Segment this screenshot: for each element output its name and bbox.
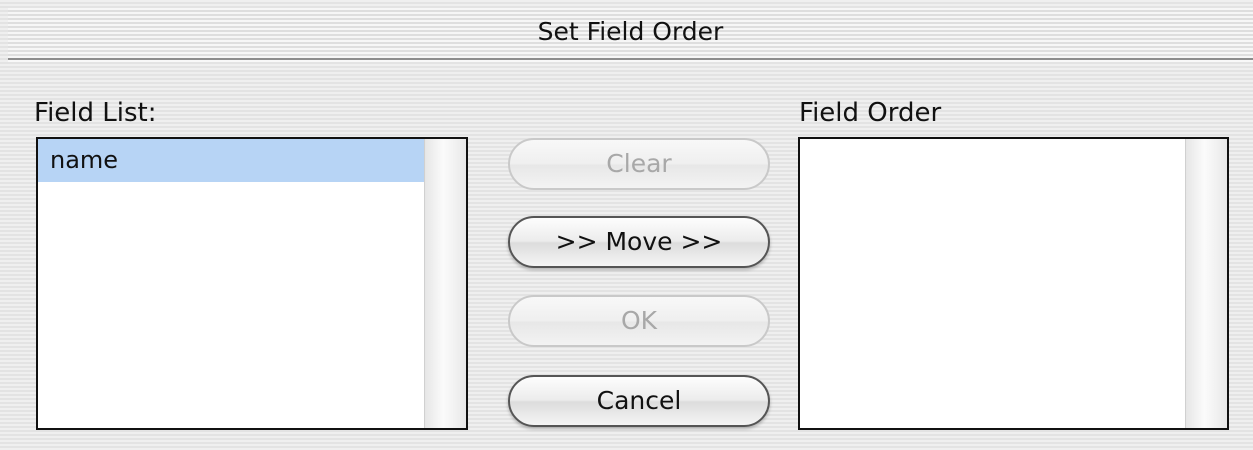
field-order-box[interactable]: [798, 137, 1229, 430]
ok-button[interactable]: OK: [508, 295, 770, 347]
field-list-scrollbar[interactable]: [424, 139, 466, 428]
window-title: Set Field Order: [537, 17, 724, 46]
list-item-label: name: [50, 146, 119, 174]
title-bar[interactable]: Set Field Order: [8, 8, 1253, 60]
clear-button[interactable]: Clear: [508, 138, 770, 190]
field-list-box[interactable]: name: [36, 137, 468, 430]
set-field-order-dialog: Set Field Order Field List: Field Order …: [8, 8, 1253, 450]
title-bar-divider: [8, 60, 1253, 62]
cancel-button[interactable]: Cancel: [508, 375, 770, 427]
field-order-label: Field Order: [799, 98, 942, 128]
field-order-items: [800, 139, 1185, 428]
field-list-items: name: [38, 139, 424, 428]
field-order-scrollbar[interactable]: [1185, 139, 1227, 428]
field-list-item-name[interactable]: name: [38, 139, 424, 182]
move-button[interactable]: >> Move >>: [508, 216, 770, 268]
field-list-label: Field List:: [34, 98, 157, 128]
